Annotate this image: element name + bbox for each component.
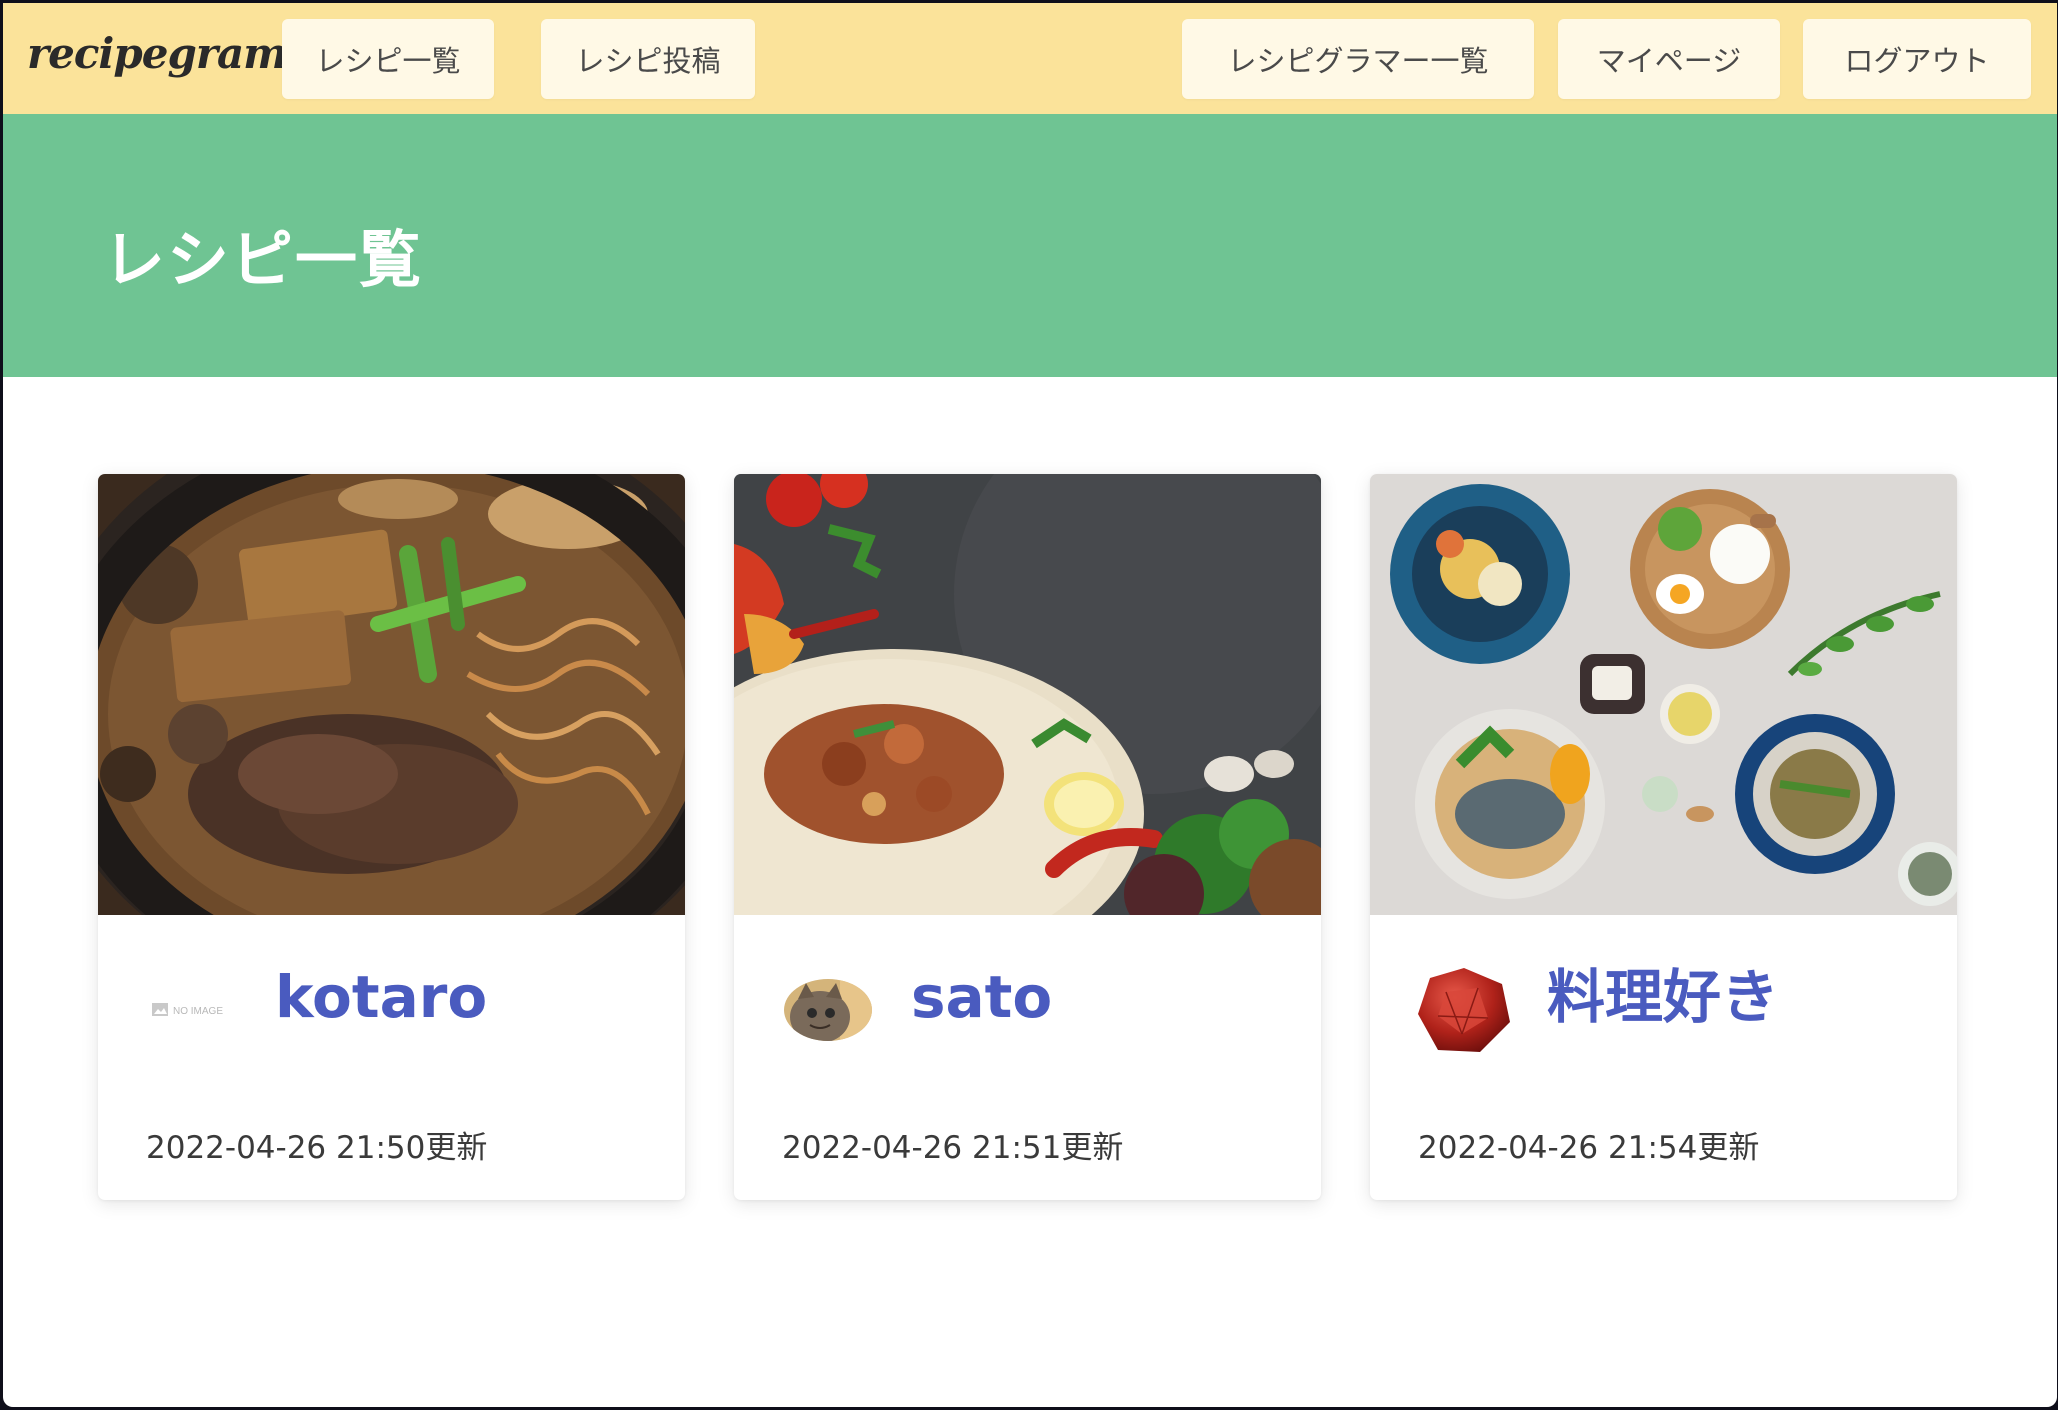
- recipe-card[interactable]: 料理好き 2022-04-26 21:54更新: [1370, 474, 1957, 1200]
- author-row: NO IMAGE kotaro: [98, 915, 685, 1075]
- recipe-image-sukiyaki[interactable]: [98, 474, 685, 915]
- svg-text:NO IMAGE: NO IMAGE: [173, 1006, 223, 1017]
- browser-window: recipegram レシピ一覧 レシピ投稿 レシピグラマー一覧 マイページ ロ…: [3, 3, 2057, 1407]
- avatar-no-image: NO IMAGE: [144, 962, 240, 1058]
- hero-banner: レシピ一覧: [3, 114, 2057, 377]
- nav-logout-button[interactable]: ログアウト: [1803, 19, 2031, 99]
- recipe-card[interactable]: NO IMAGE kotaro 2022-04-26 21:50更新: [98, 474, 685, 1200]
- avatar-cat-icon: [780, 962, 876, 1058]
- nav-mypage-button[interactable]: マイページ: [1558, 19, 1780, 99]
- recipe-image-dishes[interactable]: [1370, 474, 1957, 915]
- brand-logo[interactable]: recipegram: [27, 29, 288, 78]
- author-row: sato: [734, 915, 1321, 1075]
- updated-timestamp: 2022-04-26 21:54更新: [1418, 1130, 1760, 1166]
- navbar: recipegram レシピ一覧 レシピ投稿 レシピグラマー一覧 マイページ ロ…: [3, 3, 2057, 114]
- nav-recipes-button[interactable]: レシピ一覧: [282, 19, 494, 99]
- updated-timestamp: 2022-04-26 21:50更新: [146, 1130, 488, 1166]
- page-title: レシピ一覧: [103, 223, 424, 296]
- nav-recipegrammers-button[interactable]: レシピグラマー一覧: [1182, 19, 1534, 99]
- author-name-link[interactable]: kotaro: [275, 960, 487, 1035]
- recipe-image-burrito[interactable]: [734, 474, 1321, 915]
- updated-timestamp: 2022-04-26 21:51更新: [782, 1130, 1124, 1166]
- recipe-card[interactable]: sato 2022-04-26 21:51更新: [734, 474, 1321, 1200]
- nav-post-recipe-button[interactable]: レシピ投稿: [541, 19, 755, 99]
- author-row: 料理好き: [1370, 915, 1957, 1075]
- avatar-ruby-icon: [1416, 962, 1512, 1058]
- author-name-link[interactable]: 料理好き: [1547, 960, 1779, 1035]
- author-name-link[interactable]: sato: [911, 960, 1052, 1035]
